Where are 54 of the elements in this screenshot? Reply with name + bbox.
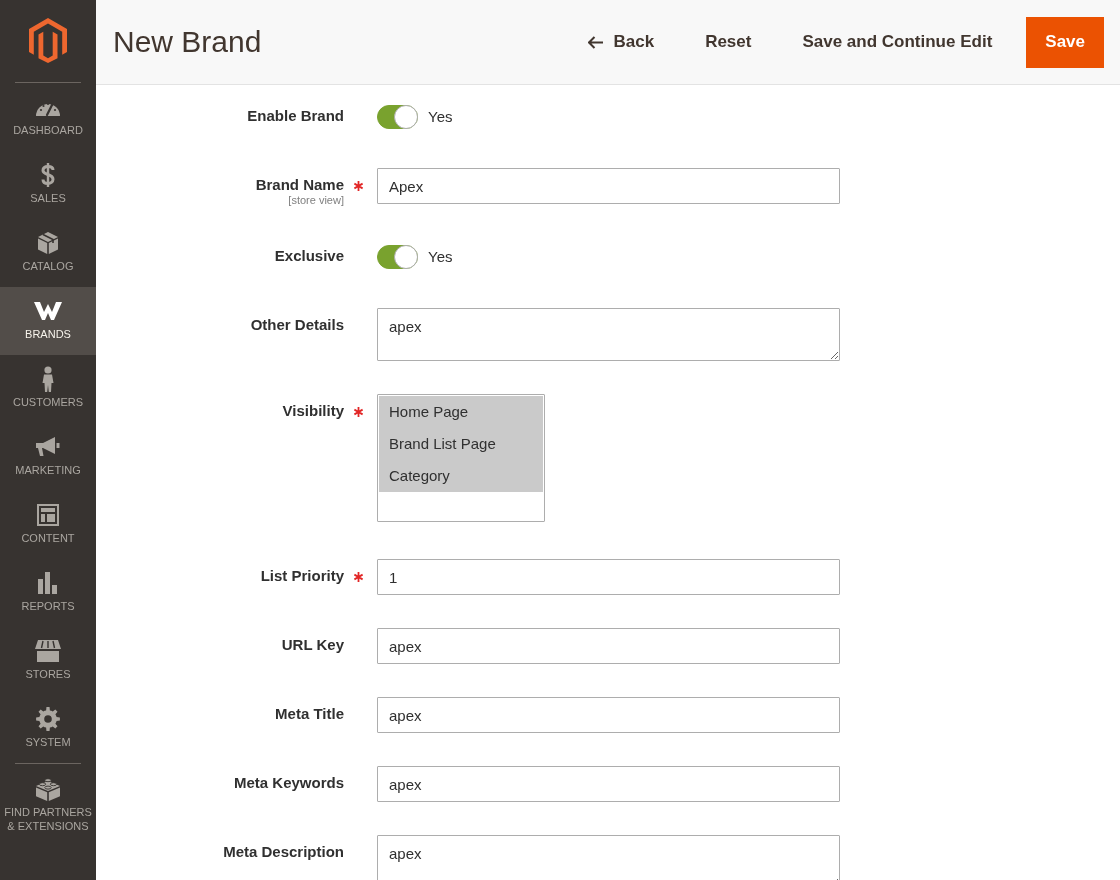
text-input[interactable]: apex	[377, 766, 840, 802]
field-label: URL Key	[280, 636, 344, 654]
textarea-input[interactable]: apex	[377, 308, 840, 361]
gear-icon	[36, 707, 60, 731]
select-option[interactable]: Brand List Page	[379, 428, 543, 460]
box-icon	[38, 232, 58, 254]
field-label: Other Details	[249, 316, 344, 334]
arrow-left-icon	[588, 35, 604, 49]
field-label: Meta Keywords	[232, 774, 344, 792]
field-label: Meta Description	[222, 843, 344, 861]
sidebar-item[interactable]: MARKETING	[0, 423, 96, 491]
field-label: Brand Name	[254, 176, 344, 194]
textarea-input[interactable]: apex	[377, 835, 840, 880]
brick-icon	[35, 777, 61, 801]
text-input[interactable]: 1	[377, 559, 840, 595]
sidebar-item[interactable]: STORES	[0, 627, 96, 695]
toggle-label: Yes	[428, 106, 453, 127]
field-label: Meta Title	[274, 705, 344, 723]
page-title: New Brand	[113, 24, 262, 60]
bar-chart-icon	[38, 572, 58, 594]
field-label: Enable Brand	[246, 107, 344, 125]
sidebar-item[interactable]: BRANDS	[0, 287, 96, 355]
field-label: Exclusive	[273, 247, 344, 265]
text-input[interactable]: apex	[377, 628, 840, 664]
sidebar-item[interactable]: CUSTOMERS	[0, 355, 96, 423]
sidebar-item[interactable]: REPORTS	[0, 559, 96, 627]
field-label: List Priority	[259, 567, 344, 585]
sidebar-item[interactable]: SALES	[0, 151, 96, 219]
multiselect-list[interactable]: Home Page Brand List Page Category	[377, 394, 545, 522]
select-option[interactable]: Home Page	[379, 396, 543, 428]
storefront-icon	[35, 640, 61, 662]
text-button[interactable]: Save and Continue Edit	[785, 21, 1010, 63]
hexagon-logo-icon	[29, 18, 67, 63]
layout-icon	[37, 504, 59, 526]
person-icon	[42, 366, 54, 392]
sidebar-item[interactable]: CONTENT	[0, 491, 96, 559]
toggle-label: Yes	[428, 246, 453, 267]
field-label: Visibility	[281, 402, 344, 420]
primary-button[interactable]: Save	[1026, 16, 1104, 68]
scope-note: [store view]	[287, 194, 344, 206]
text-button[interactable]: Reset	[688, 21, 769, 63]
select-option[interactable]: Category	[379, 460, 543, 492]
sidebar-item[interactable]: CATALOG	[0, 219, 96, 287]
megaphone-icon	[36, 437, 60, 457]
sidebar-item[interactable]: SYSTEM	[0, 695, 96, 763]
back-button[interactable]: Back	[571, 21, 672, 63]
sidebar-item[interactable]: FIND PARTNERS & EXTENSIONS	[0, 764, 96, 837]
toggle-switch[interactable]	[377, 105, 418, 129]
text-input[interactable]: apex	[377, 697, 840, 733]
dollar-icon	[41, 163, 55, 187]
sidebar-item[interactable]: DASHBOARD	[0, 83, 96, 151]
toggle-switch[interactable]	[377, 245, 418, 269]
text-input[interactable]: Apex	[377, 168, 840, 204]
w-letter-icon	[34, 302, 62, 320]
